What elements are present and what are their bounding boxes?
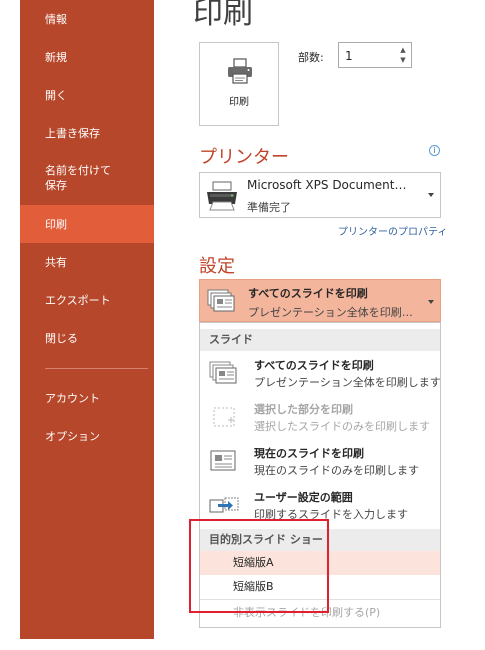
settings-heading: 設定 (199, 256, 235, 277)
slide-range-menu: スライド すべてのスライドを印刷 プレゼンテーション全体を印刷します 選択した部… (199, 322, 441, 628)
copies-stepper[interactable]: 1 ▲ ▼ (338, 42, 412, 68)
option-desc: 現在のスライドのみを印刷します (254, 464, 419, 477)
nav-save[interactable]: 上書き保存 (20, 114, 154, 152)
option-desc: 印刷するスライドを入力します (254, 508, 408, 521)
backstage-sidebar: 情報 新規 開く 上書き保存 名前を付けて 保存 印刷 共有 エクスポート 閉じ… (20, 0, 154, 639)
nav-save-as-label: 名前を付けて 保存 (45, 164, 111, 192)
nav-print-label: 印刷 (45, 217, 67, 231)
nav-account-label: アカウント (45, 391, 100, 405)
nav-info-label: 情報 (45, 12, 67, 26)
option-title: ユーザー設定の範囲 (254, 491, 353, 504)
nav-save-label: 上書き保存 (45, 126, 100, 140)
nav-close[interactable]: 閉じる (20, 319, 154, 357)
custom-range-icon (209, 497, 239, 513)
nav-options-label: オプション (45, 429, 100, 443)
selected-range-desc: プレゼンテーション全体を印刷… (248, 306, 413, 319)
printer-icon (228, 58, 252, 84)
selected-range-title: すべてのスライドを印刷 (248, 287, 368, 300)
slide-range-dropdown[interactable]: すべてのスライドを印刷 プレゼンテーション全体を印刷… (199, 279, 441, 322)
nav-open-label: 開く (45, 88, 67, 102)
print-button[interactable]: 印刷 (199, 42, 279, 126)
all-slides-icon (207, 289, 235, 312)
chevron-down-icon (428, 300, 434, 304)
slides-section-header: スライド (200, 329, 440, 351)
print-button-label: 印刷 (229, 97, 249, 108)
selection-icon (213, 407, 235, 427)
info-icon[interactable]: i (429, 145, 440, 156)
option-title: 選択した部分を印刷 (254, 403, 353, 416)
page-title: 印刷 (193, 0, 253, 31)
printer-dropdown[interactable]: Microsoft XPS Document… 準備完了 (199, 172, 441, 218)
custom-show-header: 目的別スライド ショー (200, 529, 440, 551)
nav-export-label: エクスポート (45, 293, 111, 307)
nav-save-as[interactable]: 名前を付けて 保存 (20, 155, 154, 201)
chevron-down-icon (428, 193, 434, 197)
nav-account[interactable]: アカウント (20, 379, 154, 417)
custom-show-b[interactable]: 短縮版B (200, 575, 440, 599)
option-desc: プレゼンテーション全体を印刷します (254, 376, 441, 389)
option-custom-range[interactable]: ユーザー設定の範囲 印刷するスライドを入力します (200, 485, 440, 529)
nav-options[interactable]: オプション (20, 417, 154, 455)
option-selection: 選択した部分を印刷 選択したスライドのみを印刷します (200, 397, 440, 441)
option-title: 現在のスライドを印刷 (254, 447, 364, 460)
option-desc: 選択したスライドのみを印刷します (254, 420, 430, 433)
increment-icon[interactable]: ▲ (398, 45, 408, 55)
option-current-slide[interactable]: 現在のスライドを印刷 現在のスライドのみを印刷します (200, 441, 440, 485)
option-title: すべてのスライドを印刷 (254, 359, 374, 372)
nav-export[interactable]: エクスポート (20, 281, 154, 319)
nav-new-label: 新規 (45, 50, 67, 64)
nav-open[interactable]: 開く (20, 76, 154, 114)
printer-properties-link[interactable]: プリンターのプロパティ (338, 223, 447, 238)
nav-print[interactable]: 印刷 (20, 205, 154, 243)
current-slide-icon (210, 450, 236, 471)
menu-divider (200, 599, 440, 600)
printer-device-icon (207, 181, 237, 211)
print-hidden-slides-option: 非表示スライドを印刷する(P) (233, 606, 381, 619)
option-all-slides[interactable]: すべてのスライドを印刷 プレゼンテーション全体を印刷します (200, 353, 440, 397)
nav-share-label: 共有 (45, 255, 67, 269)
nav-close-label: 閉じる (45, 331, 78, 345)
printer-heading: プリンター (199, 147, 289, 168)
copies-value[interactable]: 1 (345, 49, 353, 63)
nav-share[interactable]: 共有 (20, 243, 154, 281)
printer-status: 準備完了 (247, 201, 291, 214)
decrement-icon[interactable]: ▼ (398, 55, 408, 65)
nav-info[interactable]: 情報 (20, 0, 154, 38)
copies-label: 部数: (298, 51, 324, 64)
nav-divider (45, 368, 148, 369)
custom-show-a[interactable]: 短縮版A (200, 551, 440, 575)
printer-name: Microsoft XPS Document… (247, 178, 407, 192)
nav-new[interactable]: 新規 (20, 38, 154, 76)
all-slides-icon (209, 361, 237, 384)
